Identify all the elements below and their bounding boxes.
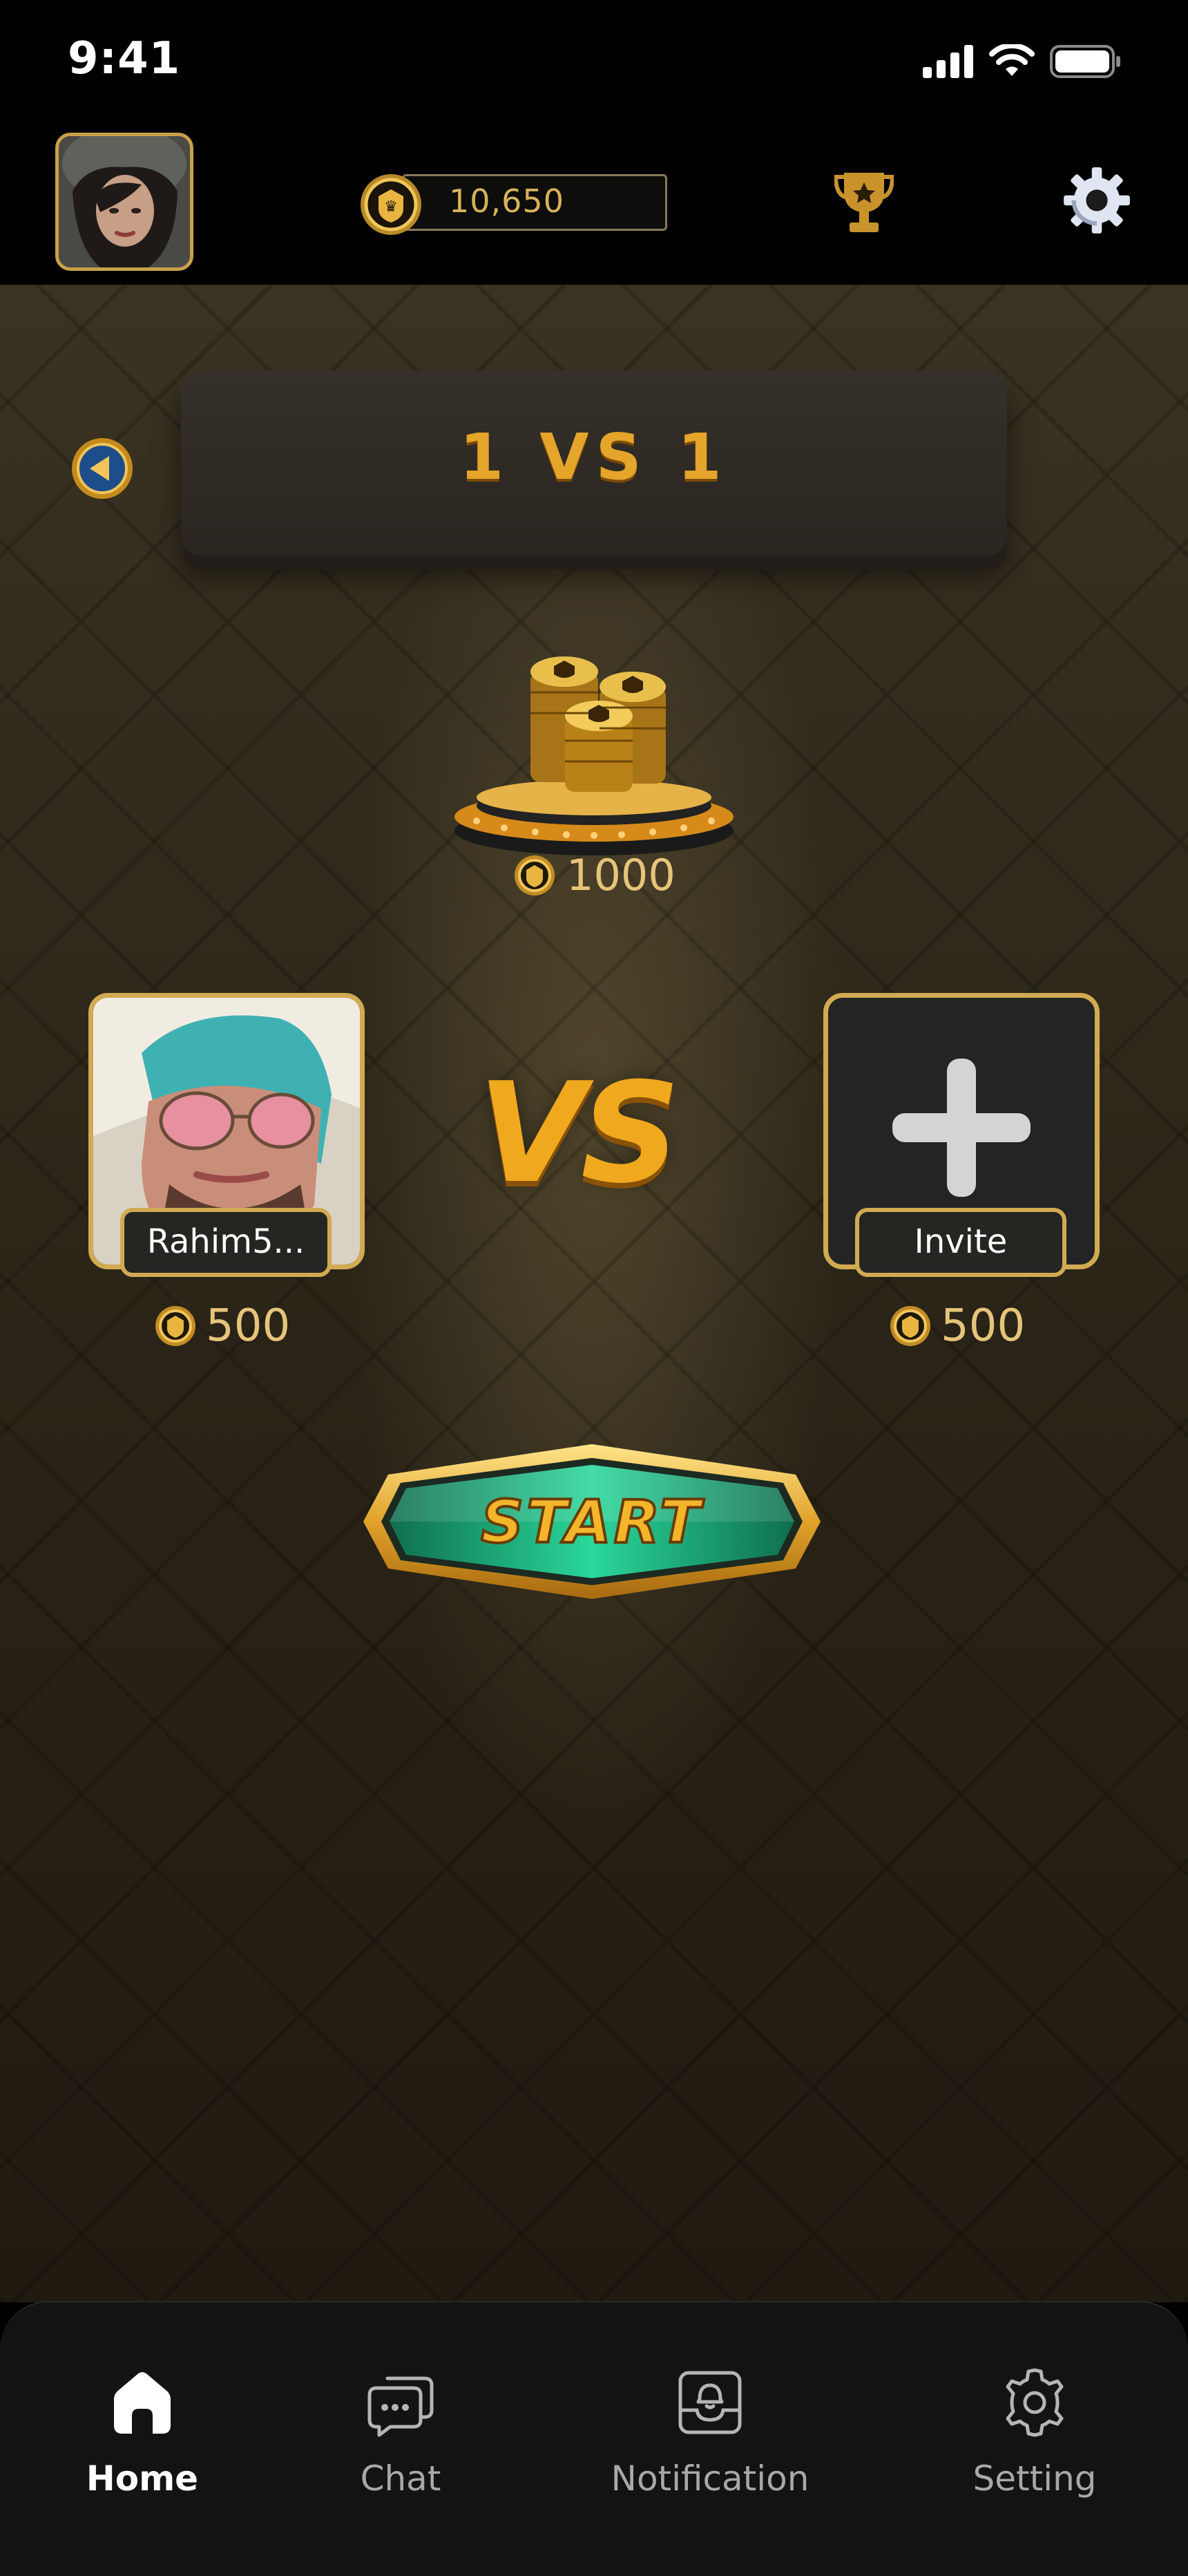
invite-label: Invite [914, 1222, 1008, 1261]
home-icon [114, 2372, 171, 2434]
match-setup-screen: 1 VS 1 1000 VS Rahim5... Invite 500 500 … [0, 285, 1188, 2302]
coin-balance-amount: 10,650 [449, 182, 564, 220]
battery-icon [1050, 45, 1120, 78]
nav-setting-label: Setting [973, 2459, 1097, 2499]
mode-title: 1 VS 1 [459, 420, 729, 494]
status-time: 9:41 [68, 33, 181, 84]
player-left-bet-value: 500 [206, 1300, 291, 1352]
coin-icon [890, 1306, 930, 1346]
signal-icon [923, 45, 973, 78]
prize-pot-icon [454, 656, 734, 855]
nav-notification-label: Notification [611, 2459, 809, 2499]
nav-chat[interactable]: Chat [283, 2365, 518, 2499]
user-avatar[interactable] [55, 133, 193, 271]
svg-text:♛: ♛ [384, 198, 398, 216]
player-left-bet: 500 [153, 1300, 290, 1352]
start-button[interactable]: START [361, 1440, 823, 1603]
coin-balance[interactable]: ♛ 10,650 [358, 174, 667, 235]
settings-icon [1006, 2368, 1064, 2437]
nav-setting[interactable]: Setting [917, 2365, 1152, 2499]
pot-amount: 1000 [512, 850, 676, 900]
pot-amount-value: 1000 [566, 850, 676, 900]
mode-title-panel: 1 VS 1 [181, 370, 1007, 556]
coin-icon: ♛ [361, 174, 421, 235]
nav-chat-label: Chat [360, 2459, 441, 2499]
gear-icon[interactable] [1061, 164, 1133, 236]
chat-icon [367, 2376, 434, 2437]
avatar-portrait [59, 136, 190, 267]
status-bar: 9:41 [0, 0, 1188, 131]
player-right-bet-value: 500 [941, 1300, 1026, 1352]
trophy-icon[interactable] [834, 167, 894, 236]
back-button[interactable] [69, 435, 135, 502]
nav-home-label: Home [86, 2459, 199, 2499]
top-bar: ♛ 10,650 [0, 131, 1188, 285]
board-pattern-background [0, 285, 1188, 2302]
coin-icon [515, 855, 555, 896]
status-icons [923, 44, 1122, 79]
nav-notification[interactable]: Notification [593, 2365, 827, 2499]
player-name-tag: Rahim5... [120, 1208, 332, 1277]
notification-icon [678, 2371, 742, 2434]
player-right-bet: 500 [888, 1300, 1025, 1352]
nav-home[interactable]: Home [25, 2365, 260, 2499]
bottom-nav: Home Chat Notification Setting [0, 2301, 1188, 2576]
invite-tag[interactable]: Invite [855, 1208, 1066, 1277]
wifi-icon [989, 44, 1035, 76]
player-name: Rahim5... [146, 1222, 305, 1261]
start-label: START [481, 1488, 705, 1557]
vs-label: VS [478, 1053, 680, 1214]
coin-icon [155, 1306, 195, 1346]
